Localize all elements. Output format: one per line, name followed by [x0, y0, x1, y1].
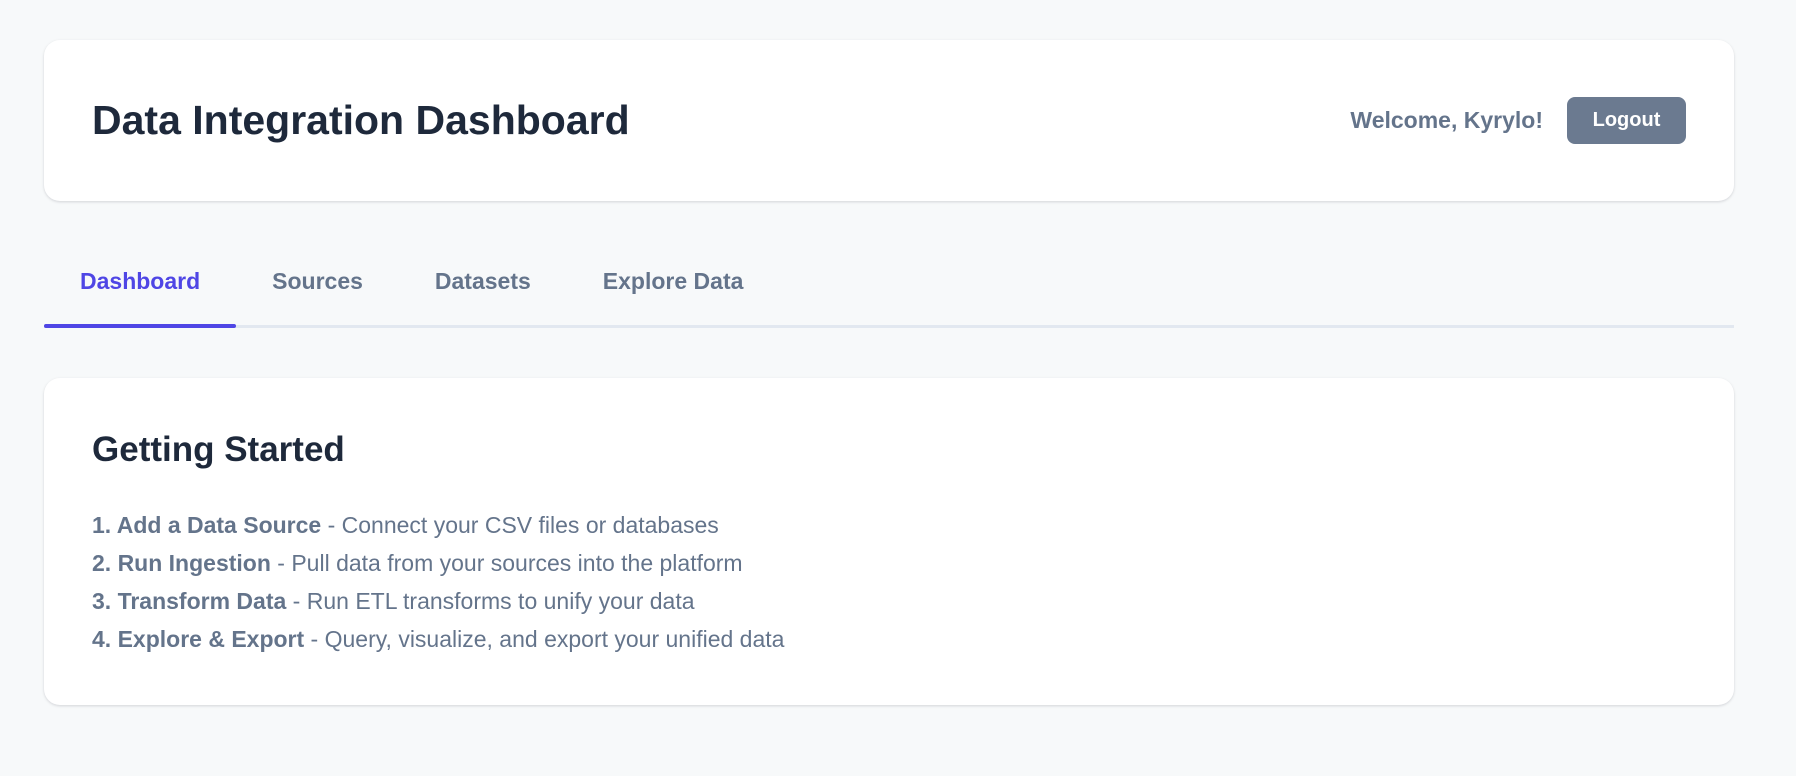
list-item: 4. Explore & Export - Query, visualize, …: [92, 620, 784, 658]
getting-started-card: Getting Started 1. Add a Data Source - C…: [44, 378, 1734, 705]
step-description: - Pull data from your sources into the p…: [270, 550, 743, 576]
logout-button[interactable]: Logout: [1567, 97, 1686, 144]
step-description: - Query, visualize, and export your unif…: [304, 626, 785, 652]
steps-list: 1. Add a Data Source - Connect your CSV …: [92, 506, 784, 658]
step-title: 3. Transform Data: [92, 588, 287, 614]
list-item: 3. Transform Data - Run ETL transforms t…: [92, 582, 784, 620]
tab-bar: Dashboard Sources Datasets Explore Data: [44, 250, 1734, 328]
step-title: 2. Run Ingestion: [92, 550, 271, 576]
step-description: - Run ETL transforms to unify your data: [286, 588, 695, 614]
tab-datasets[interactable]: Datasets: [399, 250, 567, 325]
list-item: 2. Run Ingestion - Pull data from your s…: [92, 544, 784, 582]
list-item: 1. Add a Data Source - Connect your CSV …: [92, 506, 784, 544]
section-title: Getting Started: [92, 430, 345, 469]
tab-dashboard[interactable]: Dashboard: [44, 250, 237, 328]
step-title: 1. Add a Data Source: [92, 512, 322, 538]
step-description: - Connect your CSV files or databases: [321, 512, 719, 538]
welcome-message: Welcome, Kyrylo!: [1350, 107, 1543, 133]
tab-sources[interactable]: Sources: [236, 250, 399, 325]
page-title: Data Integration Dashboard: [92, 97, 630, 143]
tab-explore-data[interactable]: Explore Data: [567, 250, 780, 325]
step-title: 4. Explore & Export: [92, 626, 305, 652]
user-area: Welcome, Kyrylo! Logout: [1350, 97, 1686, 144]
header-card: Data Integration Dashboard Welcome, Kyry…: [44, 40, 1734, 201]
